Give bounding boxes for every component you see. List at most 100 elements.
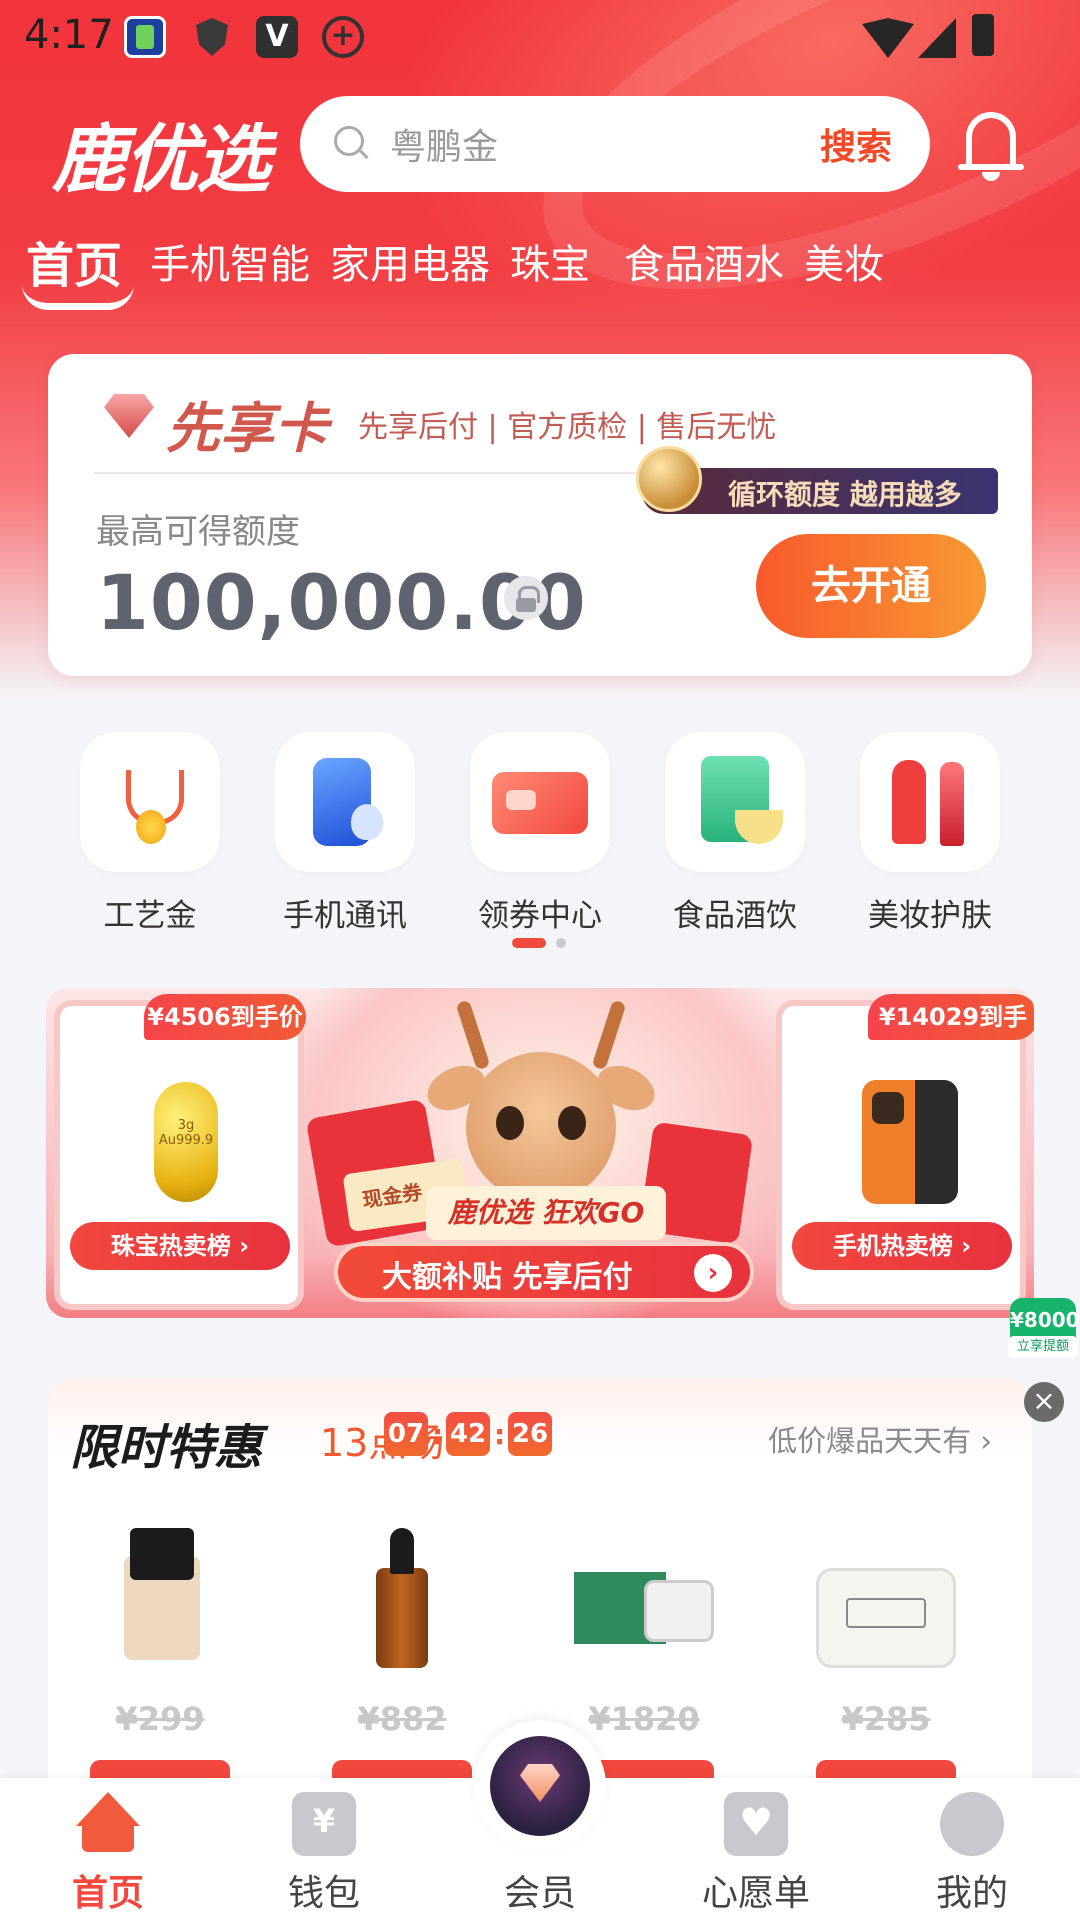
product-item[interactable]: ¥299 xyxy=(50,1498,270,1798)
v-app-icon: V xyxy=(256,16,298,58)
close-icon[interactable]: × xyxy=(1024,1382,1064,1422)
product-buy-bar[interactable] xyxy=(816,1760,956,1780)
jewelry-ranking-button[interactable]: 珠宝热卖榜 › xyxy=(70,1222,290,1270)
price-tag: ¥14029到手价 xyxy=(868,994,1034,1077)
category-food[interactable]: 食品酒饮 xyxy=(665,732,805,935)
promo-banner[interactable]: 现金券 鹿优选 狂欢GO 大额补贴 先享后付 › ¥4506到手价 3g Au9… xyxy=(46,988,1034,1318)
search-button[interactable]: 搜索 xyxy=(820,118,892,170)
countdown-seconds: 26 xyxy=(508,1412,552,1456)
nav-label: 心愿单 xyxy=(701,1873,810,1914)
credit-card-panel[interactable]: 先享卡 先享后付 | 官方质检 | 售后无忧 循环额度 越用越多 最高可得额度 … xyxy=(48,354,1032,676)
product-original-price: ¥882 xyxy=(357,1700,447,1738)
bell-body xyxy=(966,112,1016,168)
chevron-right-icon: › xyxy=(694,1254,732,1292)
deer-eye xyxy=(558,1106,586,1140)
product-original-price: ¥285 xyxy=(841,1700,931,1738)
jewelry-product-card[interactable]: ¥4506到手价 3g Au999.9 珠宝热卖榜 › xyxy=(54,994,306,1310)
product-buy-bar[interactable] xyxy=(332,1760,472,1780)
nav-label: 钱包 xyxy=(287,1873,360,1914)
nav-wishlist[interactable]: 心愿单 xyxy=(686,1778,826,1920)
wifi-icon xyxy=(862,18,914,58)
banner-ribbon: 鹿优选 狂欢GO xyxy=(426,1186,666,1240)
la-mer-image xyxy=(574,1528,714,1668)
member-badge xyxy=(490,1736,590,1836)
nav-label: 我的 xyxy=(935,1873,1008,1914)
tab-jewelry[interactable]: 珠宝 xyxy=(510,232,590,290)
app-logo: 鹿优选 xyxy=(52,117,270,203)
category-coupons[interactable]: 领券中心 xyxy=(470,732,610,935)
nav-home[interactable]: 首页 xyxy=(38,1778,178,1920)
nav-label: 会员 xyxy=(503,1873,576,1914)
food-icon xyxy=(665,732,805,872)
deer-eye xyxy=(496,1106,524,1140)
foundation-image xyxy=(90,1528,230,1668)
product-item[interactable]: ¥882 xyxy=(292,1498,512,1798)
category-phones[interactable]: 手机通讯 xyxy=(275,732,415,935)
camera-module xyxy=(872,1092,904,1124)
category-label: 手机通讯 xyxy=(283,898,407,934)
diamond-icon xyxy=(104,394,154,438)
limit-label: 最高可得额度 xyxy=(96,512,300,552)
category-label: 工艺金 xyxy=(103,898,197,934)
countdown-hours: 07 xyxy=(384,1412,428,1456)
tab-food[interactable]: 食品酒水 xyxy=(624,232,784,290)
category-tabs: 首页 手机智能 家用电器 珠宝 食品酒水 美妆 xyxy=(0,232,1080,322)
bottle-cap xyxy=(130,1528,194,1580)
gold-bar-text: 3g Au999.9 xyxy=(158,1118,214,1148)
battery-icon xyxy=(972,14,994,56)
category-label: 食品酒饮 xyxy=(673,898,797,934)
search-input[interactable]: 粤鹏金 xyxy=(390,118,498,170)
category-beauty[interactable]: 美妆护肤 xyxy=(860,732,1000,935)
category-label: 领券中心 xyxy=(478,898,602,934)
coupon-icon xyxy=(470,732,610,872)
home-icon xyxy=(76,1792,140,1856)
activate-button[interactable]: 去开通 xyxy=(756,534,986,638)
bell-base xyxy=(958,164,1024,170)
product-buy-bar[interactable] xyxy=(90,1760,230,1780)
product-original-price: ¥299 xyxy=(115,1700,205,1738)
product-jar xyxy=(644,1580,714,1642)
serum-image xyxy=(332,1528,472,1668)
signal-icon xyxy=(918,18,956,58)
search-bar[interactable]: 粤鹏金 搜索 xyxy=(300,96,930,192)
tab-active-indicator xyxy=(22,284,134,310)
diamond-icon xyxy=(520,1764,560,1802)
tab-appliances[interactable]: 家用电器 xyxy=(330,232,490,290)
member-center-button[interactable] xyxy=(474,1720,606,1852)
countdown-minutes: 42 xyxy=(446,1412,490,1456)
nav-wallet[interactable]: 钱包 xyxy=(254,1778,394,1920)
bell-icon[interactable] xyxy=(956,104,1026,184)
nav-label: 首页 xyxy=(71,1873,144,1914)
tab-beauty[interactable]: 美妆 xyxy=(804,232,884,290)
nav-profile[interactable]: 我的 xyxy=(902,1778,1042,1920)
promo-badge: 循环额度 越用越多 xyxy=(636,446,998,514)
wallet-icon xyxy=(292,1792,356,1856)
subsidy-button[interactable]: 大额补贴 先享后付 › xyxy=(334,1242,754,1302)
flash-sale-more-link[interactable]: 低价爆品天天有 › xyxy=(768,1418,992,1460)
tab-phones[interactable]: 手机智能 xyxy=(150,232,310,290)
phone-icon xyxy=(275,732,415,872)
flash-sale-title: 限时特惠 xyxy=(70,1420,263,1476)
phone-product-card[interactable]: ¥14029到手价 手机热卖榜 › xyxy=(776,994,1034,1310)
countdown-separator: : xyxy=(494,1418,506,1451)
bottle xyxy=(376,1568,428,1668)
page-dot xyxy=(556,938,566,948)
plus-circle-icon: + xyxy=(322,16,364,58)
credit-boost-label[interactable]: 立享提额 xyxy=(1008,1336,1078,1358)
subsidy-button-label: 大额补贴 先享后付 xyxy=(382,1260,633,1295)
category-gold[interactable]: 工艺金 xyxy=(80,732,220,935)
product-label xyxy=(846,1598,926,1628)
price-tag: ¥4506到手价 xyxy=(144,994,306,1040)
dropper xyxy=(390,1528,414,1574)
promo-text: 循环额度 越用越多 xyxy=(728,478,962,511)
status-bar: 4:17 V + xyxy=(0,0,1080,72)
category-grid: 工艺金 手机通讯 领券中心 食品酒饮 美妆护肤 xyxy=(0,732,1080,935)
category-label: 美妆护肤 xyxy=(868,898,992,934)
eye-cream-image xyxy=(816,1528,956,1668)
deer-mascot xyxy=(466,1052,616,1202)
card-brand: 先享卡 xyxy=(166,397,328,460)
phone-ranking-button[interactable]: 手机热卖榜 › xyxy=(792,1222,1012,1270)
gold-pendant-icon xyxy=(80,732,220,872)
status-time: 4:17 xyxy=(24,12,114,58)
product-item[interactable]: ¥285 xyxy=(776,1498,996,1798)
